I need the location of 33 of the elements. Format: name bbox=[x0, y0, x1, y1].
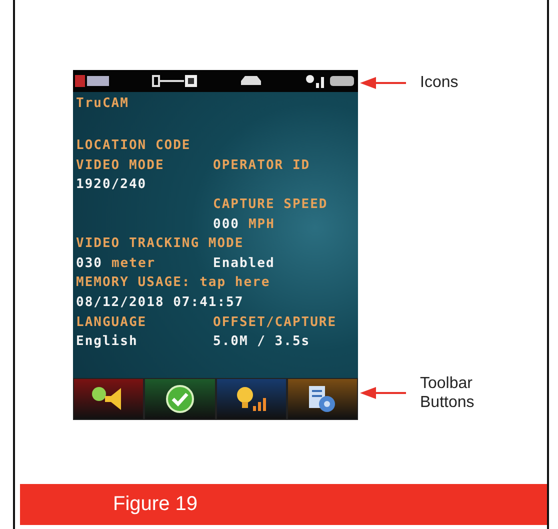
figure-caption: Figure 19 bbox=[20, 484, 547, 525]
brightness-signal-icon bbox=[304, 73, 326, 89]
app-title: TruCAM bbox=[76, 96, 130, 113]
setting-value: 000 bbox=[213, 216, 240, 232]
toolbar-button[interactable] bbox=[286, 378, 358, 420]
status-badge-icon bbox=[75, 73, 111, 89]
setting-value: 08/12/2018 07:41:57 bbox=[76, 295, 244, 310]
setting-value: English bbox=[76, 334, 138, 350]
setting-label: MEMORY USAGE: tap here bbox=[76, 275, 270, 290]
setting-label: LANGUAGE bbox=[76, 314, 147, 330]
setting-label: OPERATOR ID bbox=[213, 158, 310, 173]
pointer-arrow bbox=[360, 76, 406, 88]
setting-label: VIDEO TRACKING MODE bbox=[76, 236, 244, 252]
setting-label: LOCATION CODE bbox=[76, 138, 191, 154]
annotation-label: Toolbar Buttons bbox=[420, 374, 476, 412]
annotation-label: Icons bbox=[420, 73, 460, 92]
setting-label: VIDEO MODE bbox=[76, 158, 164, 173]
range-slider-icon bbox=[152, 74, 198, 88]
toolbar-button[interactable] bbox=[216, 378, 287, 420]
toolbar-button[interactable] bbox=[144, 378, 216, 420]
setting-label: CAPTURE SPEED bbox=[213, 197, 328, 212]
setting-value: 030 bbox=[76, 256, 102, 271]
setting-value: 1920/240 bbox=[76, 177, 147, 192]
check-icon bbox=[164, 384, 195, 414]
setting-value: Enabled bbox=[213, 256, 275, 271]
car-icon bbox=[239, 75, 263, 87]
setting-value: 5.0M / 3.5s bbox=[213, 334, 310, 350]
toolbar-button[interactable] bbox=[73, 378, 144, 420]
setting-label: MPH bbox=[248, 216, 275, 232]
battery-icon bbox=[330, 75, 356, 87]
pointer-arrow bbox=[360, 387, 406, 399]
setting-label: meter bbox=[111, 256, 156, 271]
setting-label: OFFSET/CAPTURE bbox=[213, 314, 337, 330]
